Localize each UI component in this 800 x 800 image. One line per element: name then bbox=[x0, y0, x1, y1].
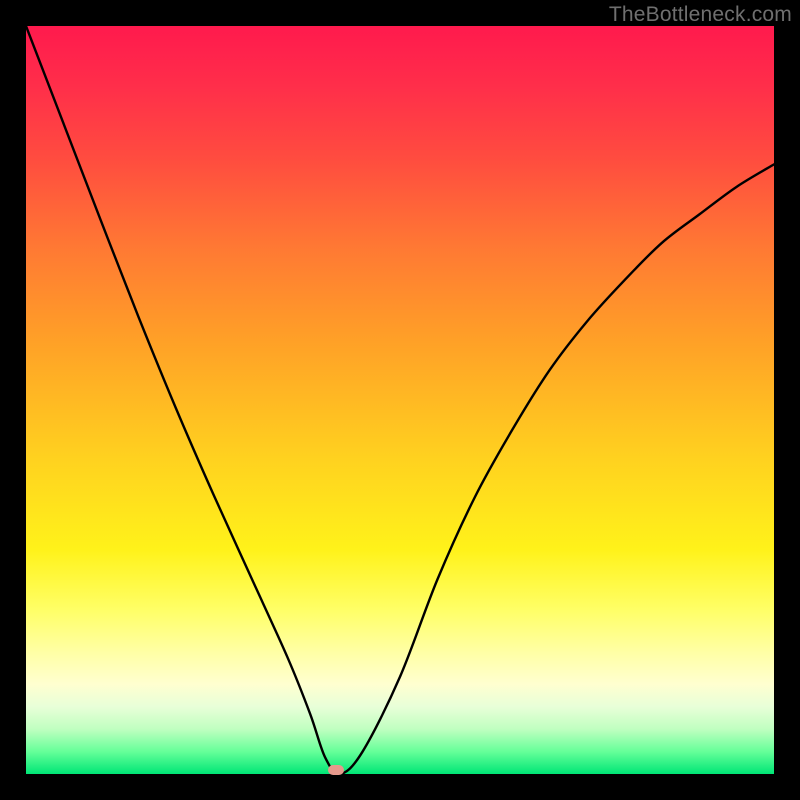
chart-frame: TheBottleneck.com bbox=[0, 0, 800, 800]
plot-area bbox=[26, 26, 774, 774]
optimum-marker bbox=[328, 765, 344, 775]
curve-path bbox=[26, 26, 774, 774]
bottleneck-curve bbox=[26, 26, 774, 774]
watermark-text: TheBottleneck.com bbox=[609, 3, 792, 27]
